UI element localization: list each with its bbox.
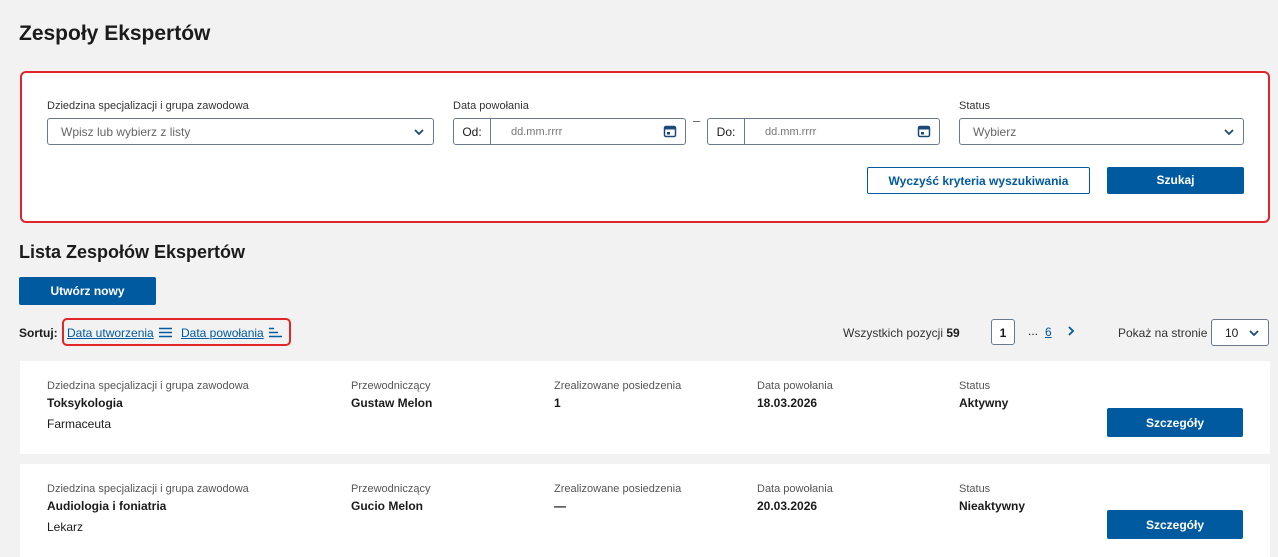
search-panel: Dziedzina specjalizacji i grupa zawodowa… xyxy=(20,71,1270,223)
create-new-button[interactable]: Utwórz nowy xyxy=(19,277,156,305)
per-page-select[interactable]: 10 xyxy=(1211,319,1269,346)
specialization-label: Dziedzina specjalizacji i grupa zawodowa xyxy=(47,380,249,392)
chair-cell: Przewodniczący Gustaw Melon xyxy=(351,380,432,410)
date-label: Data powołania xyxy=(453,100,529,112)
sort-descending-icon[interactable] xyxy=(269,327,282,338)
meetings-cell: Zrealizowane posiedzenia 1 xyxy=(554,380,681,410)
specialization-placeholder: Wpisz lub wybierz z listy xyxy=(61,125,191,139)
date-value: 20.03.2026 xyxy=(757,499,818,513)
chair-label: Przewodniczący xyxy=(351,380,431,392)
chevron-right-icon[interactable] xyxy=(1066,325,1076,337)
status-label: Status xyxy=(959,100,991,112)
meetings-value: 1 xyxy=(554,396,561,410)
status-placeholder: Wybierz xyxy=(973,125,1017,139)
per-page-label: Pokaż na stronie xyxy=(1118,326,1208,340)
list-title: Lista Zespołów Ekspertów xyxy=(19,242,246,262)
status-value: Aktywny xyxy=(959,396,1009,410)
status-cell: Status Nieaktywny xyxy=(959,483,1025,513)
chevron-down-icon xyxy=(1249,330,1259,337)
status-select[interactable]: Wybierz xyxy=(959,118,1244,145)
total-count: 59 xyxy=(946,326,960,340)
date-to-placeholder: dd.mm.rrrr xyxy=(765,126,817,138)
sort-label: Sortuj: xyxy=(19,326,58,340)
date-to-prefix: Do: xyxy=(708,119,745,144)
chair-value: Gucio Melon xyxy=(351,499,423,513)
sort-options: Data utworzenia Data powołania xyxy=(62,318,291,346)
specialization-select[interactable]: Wpisz lub wybierz z listy xyxy=(47,118,434,145)
chevron-down-icon xyxy=(414,129,424,136)
pagination-ellipsis: ... xyxy=(1028,324,1039,338)
sort-by-created-link[interactable]: Data utworzenia xyxy=(67,326,154,340)
total-items: Wszystkich pozycji 59 xyxy=(843,326,960,340)
date-label: Data powołania xyxy=(757,483,833,495)
date-cell: Data powołania 20.03.2026 xyxy=(757,483,833,513)
date-range-dash: – xyxy=(693,113,701,128)
calendar-icon[interactable] xyxy=(917,124,931,138)
clear-criteria-button[interactable]: Wyczyść kryteria wyszukiwania xyxy=(867,167,1090,194)
page-last-link[interactable]: 6 xyxy=(1045,325,1052,339)
specialization-label: Dziedzina specjalizacji i grupa zawodowa xyxy=(47,100,249,112)
specialization-value: Toksykologia xyxy=(47,396,123,410)
status-label: Status xyxy=(959,380,991,392)
page-title: Zespoły Ekspertów xyxy=(19,22,211,45)
sort-by-appointed-link[interactable]: Data powołania xyxy=(181,326,264,340)
specialization-cell: Dziedzina specjalizacji i grupa zawodowa… xyxy=(47,483,249,534)
total-label: Wszystkich pozycji xyxy=(843,326,944,340)
specialization-cell: Dziedzina specjalizacji i grupa zawodowa… xyxy=(47,380,249,431)
date-cell: Data powołania 18.03.2026 xyxy=(757,380,833,410)
date-from-placeholder: dd.mm.rrrr xyxy=(511,126,563,138)
sort-lines-icon[interactable] xyxy=(159,327,172,338)
details-button[interactable]: Szczegóły xyxy=(1107,510,1243,539)
date-to-input[interactable]: Do: dd.mm.rrrr xyxy=(707,118,940,145)
search-button[interactable]: Szukaj xyxy=(1107,167,1244,194)
chair-label: Przewodniczący xyxy=(351,483,431,495)
per-page-value: 10 xyxy=(1225,326,1239,340)
list-item: Dziedzina specjalizacji i grupa zawodowa… xyxy=(20,361,1270,454)
date-from-input[interactable]: Od: dd.mm.rrrr xyxy=(453,118,686,145)
date-value: 18.03.2026 xyxy=(757,396,818,410)
status-value: Nieaktywny xyxy=(959,499,1026,513)
meetings-label: Zrealizowane posiedzenia xyxy=(554,380,682,392)
status-label: Status xyxy=(959,483,991,495)
date-from-prefix: Od: xyxy=(454,119,491,144)
date-label: Data powołania xyxy=(757,380,833,392)
chair-cell: Przewodniczący Gucio Melon xyxy=(351,483,430,513)
status-cell: Status Aktywny xyxy=(959,380,1008,410)
chevron-down-icon xyxy=(1224,129,1234,136)
list-item: Dziedzina specjalizacji i grupa zawodowa… xyxy=(20,464,1270,557)
page-current[interactable]: 1 xyxy=(991,319,1015,345)
specialization-value: Audiologia i foniatria xyxy=(47,499,167,513)
chair-value: Gustaw Melon xyxy=(351,396,433,410)
calendar-icon[interactable] xyxy=(663,124,677,138)
specialization-label: Dziedzina specjalizacji i grupa zawodowa xyxy=(47,483,249,495)
meetings-value: — xyxy=(554,499,566,513)
profession-value: Farmaceuta xyxy=(47,417,112,431)
meetings-cell: Zrealizowane posiedzenia — xyxy=(554,483,681,513)
profession-value: Lekarz xyxy=(47,520,84,534)
details-button[interactable]: Szczegóły xyxy=(1107,408,1243,437)
meetings-label: Zrealizowane posiedzenia xyxy=(554,483,682,495)
